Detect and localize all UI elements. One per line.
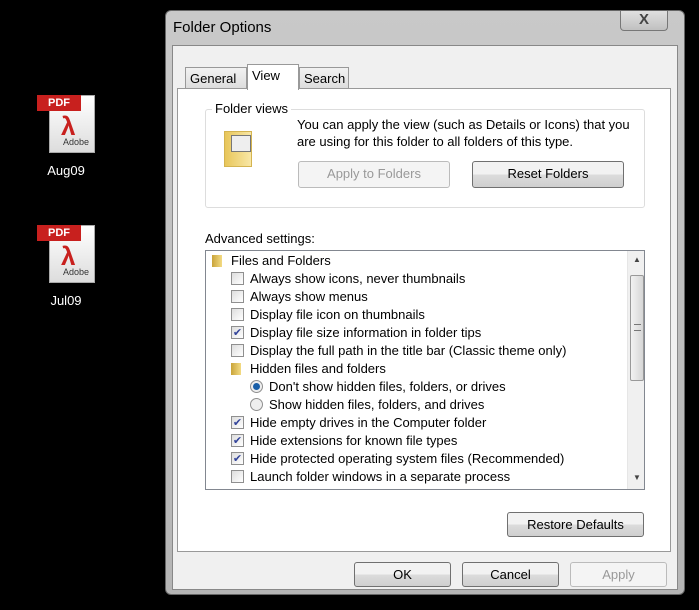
setting-label: Always show menus (250, 289, 368, 304)
scroll-down-arrow-icon[interactable]: ▼ (633, 473, 641, 482)
desktop-icon-label: Jul09 (50, 293, 82, 308)
view-tab-panel: Folder views You can apply the view (suc… (177, 88, 671, 552)
dialog-title: Folder Options (173, 19, 272, 36)
radio-button[interactable] (250, 380, 263, 393)
setting-label: Always show icons, never thumbnails (250, 271, 466, 286)
folder-views-icon (224, 131, 252, 167)
setting-label: Don't show hidden files, folders, or dri… (269, 379, 506, 394)
checkbox[interactable] (231, 470, 244, 483)
setting-checkbox[interactable]: ✔ Hide empty drives in the Computer folde… (231, 414, 486, 432)
desktop-icon-jul09[interactable]: λ PDF Adobe Jul09 (26, 223, 106, 308)
restore-defaults-button[interactable]: Restore Defaults (507, 512, 644, 537)
setting-checkbox[interactable]: ✔ Hide protected operating system files (… (231, 450, 564, 468)
vertical-scrollbar[interactable]: ▲ ▼ (627, 251, 644, 489)
setting-checkbox[interactable]: ✔ Display file size information in folder… (231, 324, 481, 342)
checkbox[interactable] (231, 344, 244, 357)
radio-button[interactable] (250, 398, 263, 411)
setting-label: Display file size information in folder … (250, 325, 482, 340)
checkbox[interactable] (231, 308, 244, 321)
checkbox[interactable]: ✔ (231, 434, 244, 447)
folder-options-dialog: Folder Options X General View Search Fol… (165, 10, 685, 595)
setting-label: Show hidden files, folders, and drives (269, 397, 485, 412)
setting-checkbox[interactable]: Display the full path in the title bar (… (231, 342, 566, 360)
tab-view[interactable]: View (247, 64, 299, 90)
advanced-settings-label: Advanced settings: (205, 231, 315, 246)
tab-search[interactable]: Search (299, 67, 349, 89)
reset-folders-button[interactable]: Reset Folders (472, 161, 624, 188)
setting-label: Hidden files and folders (250, 361, 386, 376)
folder-icon (212, 255, 222, 267)
pdf-file-icon: λ PDF Adobe (35, 93, 97, 155)
pdf-file-icon: λ PDF Adobe (35, 223, 97, 285)
setting-label: Hide extensions for known file types (250, 433, 458, 448)
checkbox[interactable]: ✔ (231, 416, 244, 429)
apply-button[interactable]: Apply (570, 562, 667, 587)
setting-checkbox[interactable]: Launch folder windows in a separate proc… (231, 468, 510, 486)
setting-checkbox[interactable]: Always show menus (231, 288, 368, 306)
scroll-up-arrow-icon[interactable]: ▲ (633, 255, 641, 264)
cancel-button[interactable]: Cancel (462, 562, 559, 587)
folder-views-description-2: are using for this folder to all folders… (297, 134, 574, 149)
checkbox[interactable]: ✔ (231, 452, 244, 465)
setting-radio[interactable]: Show hidden files, folders, and drives (250, 396, 484, 414)
checkbox[interactable]: ✔ (231, 326, 244, 339)
setting-radio[interactable]: Don't show hidden files, folders, or dri… (250, 378, 506, 396)
scrollbar-thumb[interactable] (630, 275, 644, 381)
apply-to-folders-button[interactable]: Apply to Folders (298, 161, 450, 188)
checkbox[interactable] (231, 272, 244, 285)
folder-views-description-1: You can apply the view (such as Details … (297, 117, 630, 132)
setting-label: Display the full path in the title bar (… (250, 343, 567, 358)
setting-label: Files and Folders (231, 253, 331, 268)
ok-button[interactable]: OK (354, 562, 451, 587)
folder-views-label: Folder views (212, 101, 291, 116)
close-button[interactable]: X (620, 11, 668, 31)
dialog-client: General View Search Folder views You can… (172, 45, 678, 590)
setting-label: Launch folder windows in a separate proc… (250, 469, 511, 484)
setting-label: Hide protected operating system files (R… (250, 451, 565, 466)
checkbox[interactable] (231, 290, 244, 303)
desktop-icon-aug09[interactable]: λ PDF Adobe Aug09 (26, 93, 106, 178)
tree-group: Hidden files and folders (231, 360, 386, 378)
setting-checkbox[interactable]: ✔ Hide extensions for known file types (231, 432, 457, 450)
setting-checkbox[interactable]: Always show icons, never thumbnails (231, 270, 465, 288)
folder-icon (231, 363, 241, 375)
advanced-settings-list[interactable]: Launch folder windows in a separate proc… (205, 250, 645, 490)
tab-general[interactable]: General (185, 67, 247, 89)
setting-label: Display file icon on thumbnails (250, 307, 425, 322)
setting-label: Hide empty drives in the Computer folder (250, 415, 487, 430)
setting-checkbox[interactable]: Display file icon on thumbnails (231, 306, 425, 324)
desktop-icon-label: Aug09 (47, 163, 85, 178)
tree-group: Files and Folders (212, 252, 331, 270)
